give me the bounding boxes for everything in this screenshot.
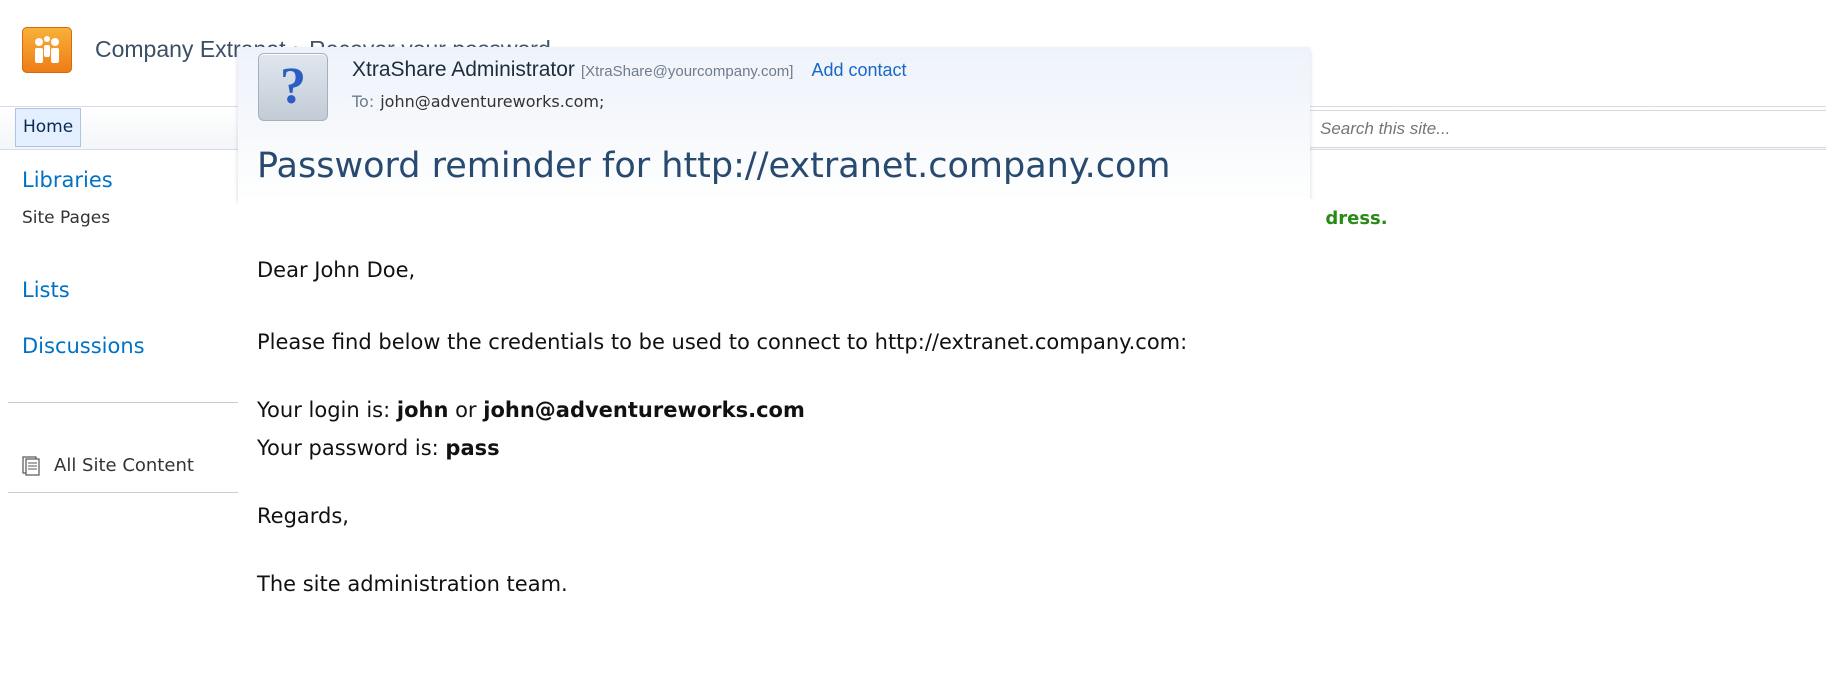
login-line: Your login is: john or john@adventurewor…	[257, 398, 805, 422]
login-email: john@adventureworks.com	[483, 398, 805, 422]
email-subject: Password reminder for http://extranet.co…	[257, 146, 1171, 186]
add-contact-link[interactable]: Add contact	[811, 60, 906, 80]
document-icon	[22, 455, 40, 476]
sender-name: XtraShare Administrator	[352, 58, 575, 81]
sender: XtraShare Administrator [XtraShare@yourco…	[352, 58, 907, 82]
email-intro: Please find below the credentials to be …	[257, 330, 1188, 354]
all-site-content-link[interactable]: All Site Content	[22, 455, 194, 476]
quicklaunch-divider	[8, 402, 238, 403]
unknown-sender-icon: ?	[258, 53, 328, 121]
login-or: or	[448, 398, 484, 422]
recipient-address[interactable]: john@adventureworks.com;	[380, 92, 604, 111]
quicklaunch-discussions[interactable]: Discussions	[22, 334, 145, 358]
email-regards: Regards,	[257, 504, 349, 528]
quicklaunch-libraries[interactable]: Libraries	[22, 168, 113, 192]
recipient-line: To: john@adventureworks.com;	[352, 92, 604, 111]
all-site-content-label: All Site Content	[54, 455, 194, 476]
sender-email: [XtraShare@yourcompany.com]	[580, 63, 794, 80]
tab-home[interactable]: Home	[15, 108, 82, 147]
search-box[interactable]	[1300, 110, 1826, 148]
password-line: Your password is: pass	[257, 436, 500, 460]
site-logo[interactable]	[22, 27, 72, 73]
to-label: To:	[352, 92, 375, 111]
login-prefix: Your login is:	[257, 398, 397, 422]
email-greeting: Dear John Doe,	[257, 258, 416, 282]
password-prefix: Your password is:	[257, 436, 446, 460]
password-value: pass	[445, 436, 500, 460]
status-message: Your password has been sent to the speci…	[1300, 208, 1826, 229]
email-signature: The site administration team.	[257, 572, 568, 596]
people-icon	[35, 36, 59, 63]
quicklaunch-site-pages[interactable]: Site Pages	[22, 208, 110, 228]
search-input[interactable]	[1300, 111, 1826, 147]
quicklaunch-lists[interactable]: Lists	[22, 278, 70, 302]
login-user: john	[396, 398, 449, 422]
quicklaunch-divider-bottom	[8, 492, 238, 493]
